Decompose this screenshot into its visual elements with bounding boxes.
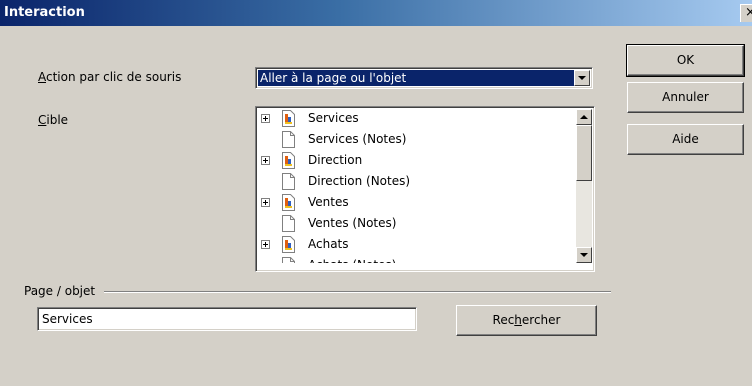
expand-icon[interactable] [261, 114, 270, 123]
action-label: Action par clic de souris [38, 70, 181, 84]
page-object-input[interactable]: Services [37, 307, 417, 331]
scroll-thumb[interactable] [576, 125, 592, 181]
tree-item[interactable]: Direction [258, 151, 572, 172]
close-button[interactable]: × [740, 4, 752, 22]
target-label-text: ible [46, 113, 69, 127]
tree-item[interactable]: Services (Notes) [258, 130, 572, 151]
action-dropdown-button[interactable] [574, 70, 590, 86]
help-button[interactable]: Aide [627, 124, 744, 155]
tree-item-label: Achats (Notes) [308, 258, 396, 263]
expand-icon[interactable] [261, 156, 270, 165]
tree-item-label: Direction [308, 153, 363, 167]
page-object-label: Page / objet [24, 284, 96, 298]
tree-item[interactable]: Ventes (Notes) [258, 214, 572, 235]
tree-item[interactable]: Direction (Notes) [258, 172, 572, 193]
target-tree[interactable]: Services Services (Notes) Direction Directi… [255, 106, 595, 272]
scroll-down-button[interactable] [576, 247, 592, 263]
tree-item[interactable]: Achats [258, 235, 572, 256]
search-label-accel: h [514, 313, 522, 327]
action-combobox[interactable]: Aller à la page ou l'objet [255, 67, 593, 89]
action-label-text: ction par clic de souris [46, 70, 182, 84]
tree-item-label: Services (Notes) [308, 132, 407, 146]
presentation-page-icon [282, 152, 295, 169]
target-tree-items: Services Services (Notes) Direction Directi… [258, 109, 572, 263]
search-label-post: ercher [521, 313, 561, 327]
target-scrollbar[interactable] [576, 109, 592, 263]
tree-item[interactable]: Ventes [258, 193, 572, 214]
chevron-down-icon [578, 76, 586, 80]
tree-item-label: Ventes (Notes) [308, 216, 397, 230]
tree-item-label: Achats [308, 237, 349, 251]
expand-icon[interactable] [261, 198, 270, 207]
presentation-page-icon [282, 110, 295, 127]
close-icon: × [745, 5, 752, 20]
presentation-page-icon [282, 194, 295, 211]
search-label-pre: Rec [492, 313, 515, 327]
action-selected-value: Aller à la page ou l'objet [258, 70, 574, 86]
tree-item-label: Services [308, 111, 359, 125]
scroll-up-button[interactable] [576, 109, 592, 125]
scroll-down-icon [580, 253, 588, 257]
ok-button[interactable]: OK [626, 44, 745, 77]
action-label-accel: A [38, 70, 46, 84]
window-title: Interaction [4, 5, 85, 20]
notes-page-icon [282, 257, 295, 263]
presentation-page-icon [282, 236, 295, 253]
tree-item-label: Direction (Notes) [308, 174, 411, 188]
page-object-separator [104, 291, 611, 293]
page-object-value: Services [42, 312, 93, 326]
scroll-up-icon [580, 115, 588, 119]
tree-item[interactable]: Services [258, 109, 572, 130]
notes-page-icon [282, 131, 295, 148]
tree-item[interactable]: Achats (Notes) [258, 256, 572, 263]
title-bar[interactable]: Interaction × [0, 0, 752, 26]
tree-item-label: Ventes [308, 195, 349, 209]
cancel-button[interactable]: Annuler [627, 82, 744, 113]
expand-icon[interactable] [261, 240, 270, 249]
search-button[interactable]: Rechercher [456, 305, 597, 336]
target-label: Cible [38, 113, 68, 127]
notes-page-icon [282, 215, 295, 232]
notes-page-icon [282, 173, 295, 190]
